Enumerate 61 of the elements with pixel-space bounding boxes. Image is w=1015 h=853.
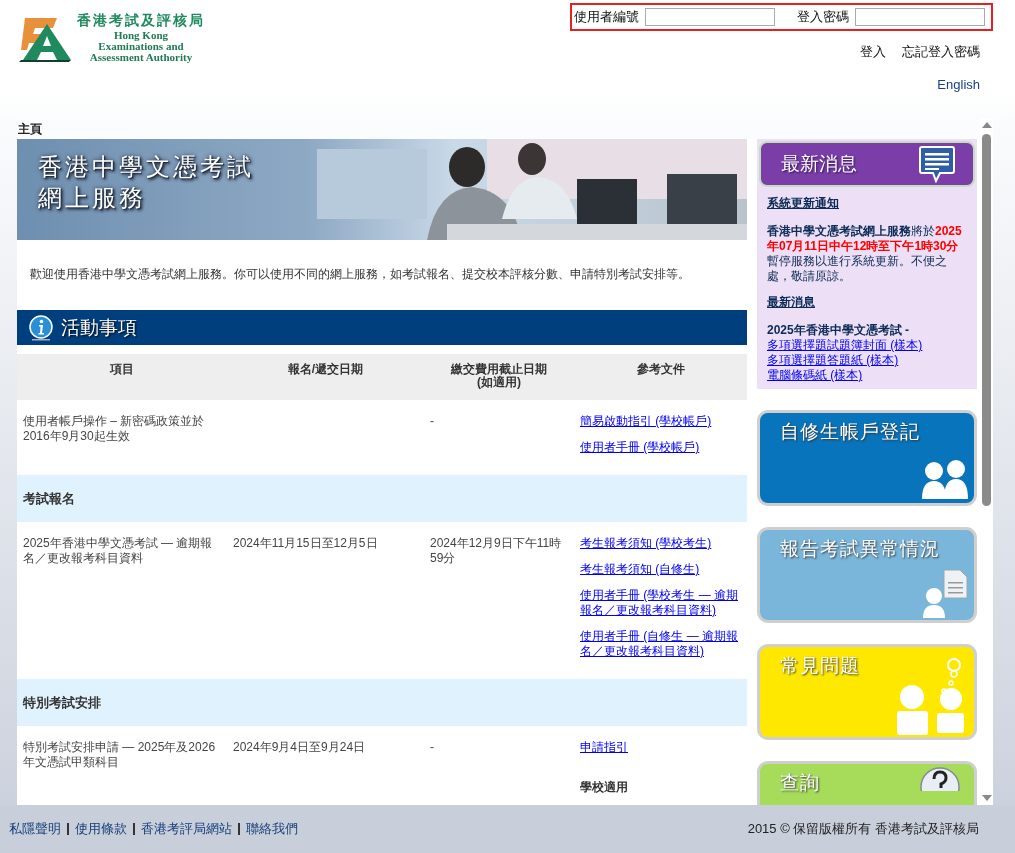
copyright-text: 2015 © 保留版權所有 香港考試及評核局 — [747, 820, 979, 838]
login-link[interactable]: 登入 — [860, 43, 886, 61]
people-thinking-icon — [896, 655, 966, 735]
table-cell: - — [430, 740, 434, 754]
password-label: 登入密碼 — [797, 8, 849, 26]
forgot-password-link[interactable]: 忘記登入密碼 — [902, 43, 980, 61]
document-link[interactable]: 簡易啟動指引 (學校帳戶) — [580, 414, 712, 429]
help-icon — [920, 767, 960, 791]
document-link[interactable]: 使用者手冊 (學校帳戶) — [580, 440, 700, 455]
table-cell: - — [430, 414, 434, 428]
footer-link[interactable]: 香港考評局網站 — [141, 820, 232, 838]
section-title: 活動事項 — [61, 315, 137, 340]
logo-chinese-name: 香港考試及評核局 — [77, 12, 205, 30]
intro-text: 歡迎使用香港中學文憑考試網上服務。你可以使用不同的網上服務，如考試報名、提交校本評核分數、申請特別考試安排等。 — [29, 266, 691, 283]
banner-title: 香港中學文憑考試 — [38, 152, 254, 182]
logo-english-name: Hong Kong — [113, 30, 169, 41]
service-tile[interactable]: 自修生帳戶登記 — [757, 410, 977, 506]
table-cell: 特別考試安排申請 — 2025年及2026年文憑試甲類科目 — [23, 740, 216, 769]
column-header: 繳交費用截止日期 (如適用) — [450, 361, 548, 391]
table-cell: 2024年9月4日至9月24日 — [233, 740, 366, 754]
news-link[interactable]: 電腦條碼紙 (樣本) — [767, 368, 863, 383]
news-link[interactable]: 多項選擇題試題簿封面 (樣本) — [767, 338, 923, 353]
document-link[interactable]: 申請指引 — [580, 740, 628, 755]
person-document-icon — [922, 568, 968, 618]
column-header: 項目 — [108, 361, 135, 378]
document-link[interactable]: 使用者手冊 (自修生 — 逾期報名／更改報考科目資料) — [580, 629, 741, 659]
password-field[interactable] — [855, 8, 985, 26]
table-cell: 使用者帳戶操作 – 新密碼政策並於2016年9月30起生效 — [23, 414, 205, 443]
breadcrumb: 主頁 — [17, 118, 980, 139]
logo-icon — [17, 16, 73, 62]
news-heading-link[interactable]: 最新消息 — [767, 294, 967, 311]
username-label: 使用者編號 — [574, 8, 639, 26]
table-cell: 2024年11月15日至12月5日 — [233, 536, 378, 550]
logo-english-name: Examinations and — [98, 41, 184, 52]
scroll-up-icon[interactable] — [981, 122, 992, 128]
table-cell: 2025年香港中學文憑考試 — 逾期報名／更改報考科目資料 — [23, 536, 213, 565]
message-icon — [919, 145, 955, 183]
footer-link[interactable]: 使用條款 — [75, 820, 127, 838]
news-link[interactable]: 多項選擇題答題紙 (樣本) — [767, 353, 899, 368]
scroll-down-icon[interactable] — [981, 795, 992, 801]
table-cell: 2024年12月9日下午11時59分 — [430, 536, 562, 565]
banner-title: 網上服務 — [38, 183, 147, 213]
column-header: 參考文件 — [635, 361, 686, 378]
document-link[interactable]: 考生報考須知 (學校考生) — [580, 536, 712, 551]
footer-link[interactable]: 私隱聲明 — [9, 820, 61, 838]
footer-link[interactable]: 聯絡我們 — [246, 820, 298, 838]
news-text: 2025年香港中學文憑考試 - — [767, 323, 910, 338]
news-text: 香港中學文憑考試網上服務將於2025年07月11日中午12時至下午1時30分 暫停服務以進行系統更新。不便之處，敬請原諒。 — [767, 224, 963, 284]
category-title: 特別考試安排 — [23, 693, 101, 712]
category-title: 考試報名 — [23, 489, 75, 508]
username-field[interactable] — [645, 8, 775, 26]
news-heading-link[interactable]: 系統更新通知 — [767, 195, 967, 212]
news-title: 最新消息 — [781, 152, 857, 176]
document-link[interactable]: 考生報考須知 (自修生) — [580, 562, 700, 577]
column-header: 報名/遞交日期 — [286, 361, 365, 378]
info-icon — [29, 314, 53, 341]
logo-english-name: Assessment Authority — [89, 52, 193, 63]
document-group-label: 學校適用 — [580, 780, 628, 795]
document-link[interactable]: 使用者手冊 (學校考生 — 逾期報名／更改報考科目資料) — [580, 588, 741, 618]
language-link[interactable]: English — [937, 77, 993, 92]
people-icon — [920, 459, 970, 499]
